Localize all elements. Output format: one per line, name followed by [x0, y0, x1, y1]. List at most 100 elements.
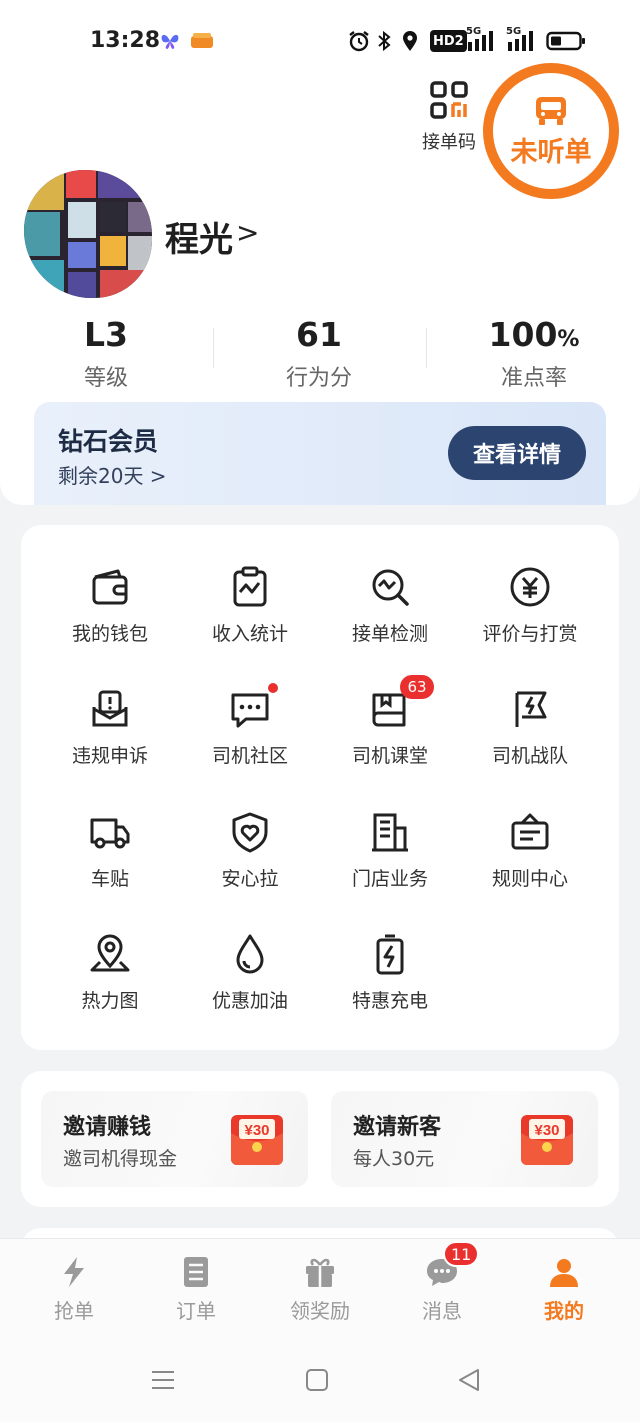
order-list-icon	[184, 1257, 208, 1287]
yuan-reward-icon	[510, 567, 550, 607]
tool-wallet[interactable]: 我的钱包	[40, 565, 180, 665]
tool-label: 优惠加油	[211, 990, 288, 1012]
tool-income-stats[interactable]: 收入统计	[180, 565, 320, 665]
tab-label: 我的	[544, 1299, 584, 1323]
user-name[interactable]: 程光	[165, 212, 233, 261]
listen-orders-toggle[interactable]: 未听单	[483, 63, 619, 199]
invite-card: 邀请赚钱 邀司机得现金 ¥30 邀请新客 每人30元 ¥30	[21, 1071, 619, 1207]
qr-code-icon	[430, 81, 468, 119]
map-pin-icon	[90, 934, 130, 972]
tab-label: 订单	[176, 1299, 216, 1323]
red-envelope-icon: ¥30	[521, 1115, 573, 1165]
gift-icon	[306, 1258, 334, 1287]
building-icon	[372, 813, 408, 852]
tool-label: 评价与打赏	[482, 623, 578, 645]
stat-behavior-score[interactable]: 61 行为分	[229, 315, 409, 392]
tool-safe-haul[interactable]: 安心拉	[180, 810, 320, 910]
back-triangle-icon[interactable]	[454, 1368, 484, 1392]
tool-label: 特惠充电	[351, 990, 428, 1012]
qr-code-label: 接单码	[422, 132, 476, 153]
location-icon	[401, 30, 419, 52]
stat-label: 准点率	[500, 366, 567, 391]
flag-lightning-icon	[515, 691, 547, 727]
tool-driver-team[interactable]: 司机战队	[460, 687, 600, 787]
tool-ratings-tips[interactable]: 评价与打赏	[460, 565, 600, 665]
tab-orders[interactable]: 订单	[141, 1255, 251, 1324]
invite-drivers-banner[interactable]: 邀请赚钱 邀司机得现金 ¥30	[41, 1091, 308, 1187]
divider	[213, 328, 214, 368]
notification-dot	[266, 681, 280, 695]
stat-punctuality[interactable]: 100% 准点率	[444, 315, 624, 392]
chat-bubble-icon	[231, 693, 269, 728]
stat-value: 61	[296, 315, 342, 354]
tool-label: 接单检测	[351, 623, 428, 645]
stat-value: L3	[84, 315, 128, 354]
invite-title: 邀请新客	[353, 1115, 442, 1140]
tool-label: 安心拉	[221, 868, 279, 890]
stat-value: 100	[488, 315, 558, 354]
home-square-icon[interactable]	[302, 1368, 332, 1392]
bluetooth-icon	[376, 30, 392, 52]
tool-label: 热力图	[81, 990, 139, 1012]
tools-grid: 我的钱包 收入统计 接单检测 评价与打赏 违规申诉 司机社区 63 司机课堂 司…	[21, 525, 619, 1050]
tool-label: 车贴	[90, 868, 129, 890]
tool-store-business[interactable]: 门店业务	[320, 810, 460, 910]
chevron-right-icon[interactable]: >	[236, 216, 259, 249]
tool-label: 规则中心	[491, 868, 568, 890]
oil-drop-icon	[236, 934, 264, 974]
tab-label: 抢单	[54, 1299, 94, 1323]
orange-app-icon	[190, 30, 214, 52]
tool-label: 司机社区	[211, 745, 288, 767]
tool-heat-map[interactable]: 热力图	[40, 932, 180, 1032]
stat-level[interactable]: L3 等级	[16, 315, 196, 392]
tool-label: 违规申诉	[71, 745, 148, 767]
invite-subtitle: 每人30元	[353, 1148, 435, 1170]
tab-rewards[interactable]: 领奖励	[265, 1255, 375, 1324]
message-icon-wrap: 11	[425, 1241, 480, 1289]
menu-icon[interactable]	[148, 1368, 178, 1392]
battery-icon	[546, 30, 586, 52]
envelope-amount: ¥30	[244, 1122, 269, 1139]
stat-unit: %	[557, 327, 580, 352]
tool-driver-class[interactable]: 63 司机课堂	[320, 675, 460, 787]
person-icon	[550, 1259, 578, 1287]
wallet-icon	[92, 569, 128, 605]
heart-shield-icon	[232, 812, 268, 853]
tab-grab-orders[interactable]: 抢单	[19, 1255, 129, 1324]
tool-appeal[interactable]: 违规申诉	[40, 687, 180, 787]
order-check-icon	[372, 569, 409, 606]
tool-label: 我的钱包	[71, 623, 148, 645]
lightning-icon	[64, 1257, 84, 1287]
invite-title: 邀请赚钱	[63, 1115, 152, 1140]
chat-bubble-icon-wrap	[228, 681, 280, 731]
system-navigation-bar	[0, 1336, 640, 1422]
membership-card[interactable]: 钻石会员 剩余20天 > 查看详情	[34, 402, 606, 505]
tool-driver-community[interactable]: 司机社区	[180, 681, 320, 787]
truck-icon	[90, 818, 130, 849]
tool-rules-center[interactable]: 规则中心	[460, 810, 600, 910]
signal-icon-1: 5G	[466, 26, 496, 52]
invite-customers-banner[interactable]: 邀请新客 每人30元 ¥30	[331, 1091, 598, 1187]
red-envelope-icon: ¥30	[231, 1115, 283, 1165]
tool-label: 收入统计	[211, 623, 288, 645]
tab-label: 领奖励	[290, 1299, 350, 1323]
tab-messages[interactable]: 11 消息	[387, 1241, 497, 1324]
tab-label: 消息	[422, 1299, 462, 1323]
signal-icon-2: 5G	[506, 26, 536, 52]
income-chart-icon	[233, 566, 267, 607]
stat-label: 行为分	[285, 366, 352, 391]
appeal-inbox-icon	[92, 690, 128, 727]
tool-fuel-discount[interactable]: 优惠加油	[180, 932, 320, 1032]
invite-subtitle: 邀司机得现金	[63, 1148, 178, 1170]
unread-messages-badge: 11	[443, 1241, 480, 1267]
tab-mine[interactable]: 我的	[509, 1255, 619, 1324]
order-qr-code-button[interactable]: 接单码	[418, 80, 480, 154]
tool-order-check[interactable]: 接单检测	[320, 565, 460, 665]
divider	[426, 328, 427, 368]
butterfly-app-icon	[160, 30, 180, 52]
tool-ev-charging[interactable]: 特惠充电	[320, 932, 460, 1032]
view-details-button[interactable]: 查看详情	[448, 426, 586, 480]
truck-front-icon	[536, 96, 566, 125]
tool-car-sticker[interactable]: 车贴	[40, 810, 180, 910]
membership-remaining[interactable]: 剩余20天 >	[58, 460, 167, 489]
